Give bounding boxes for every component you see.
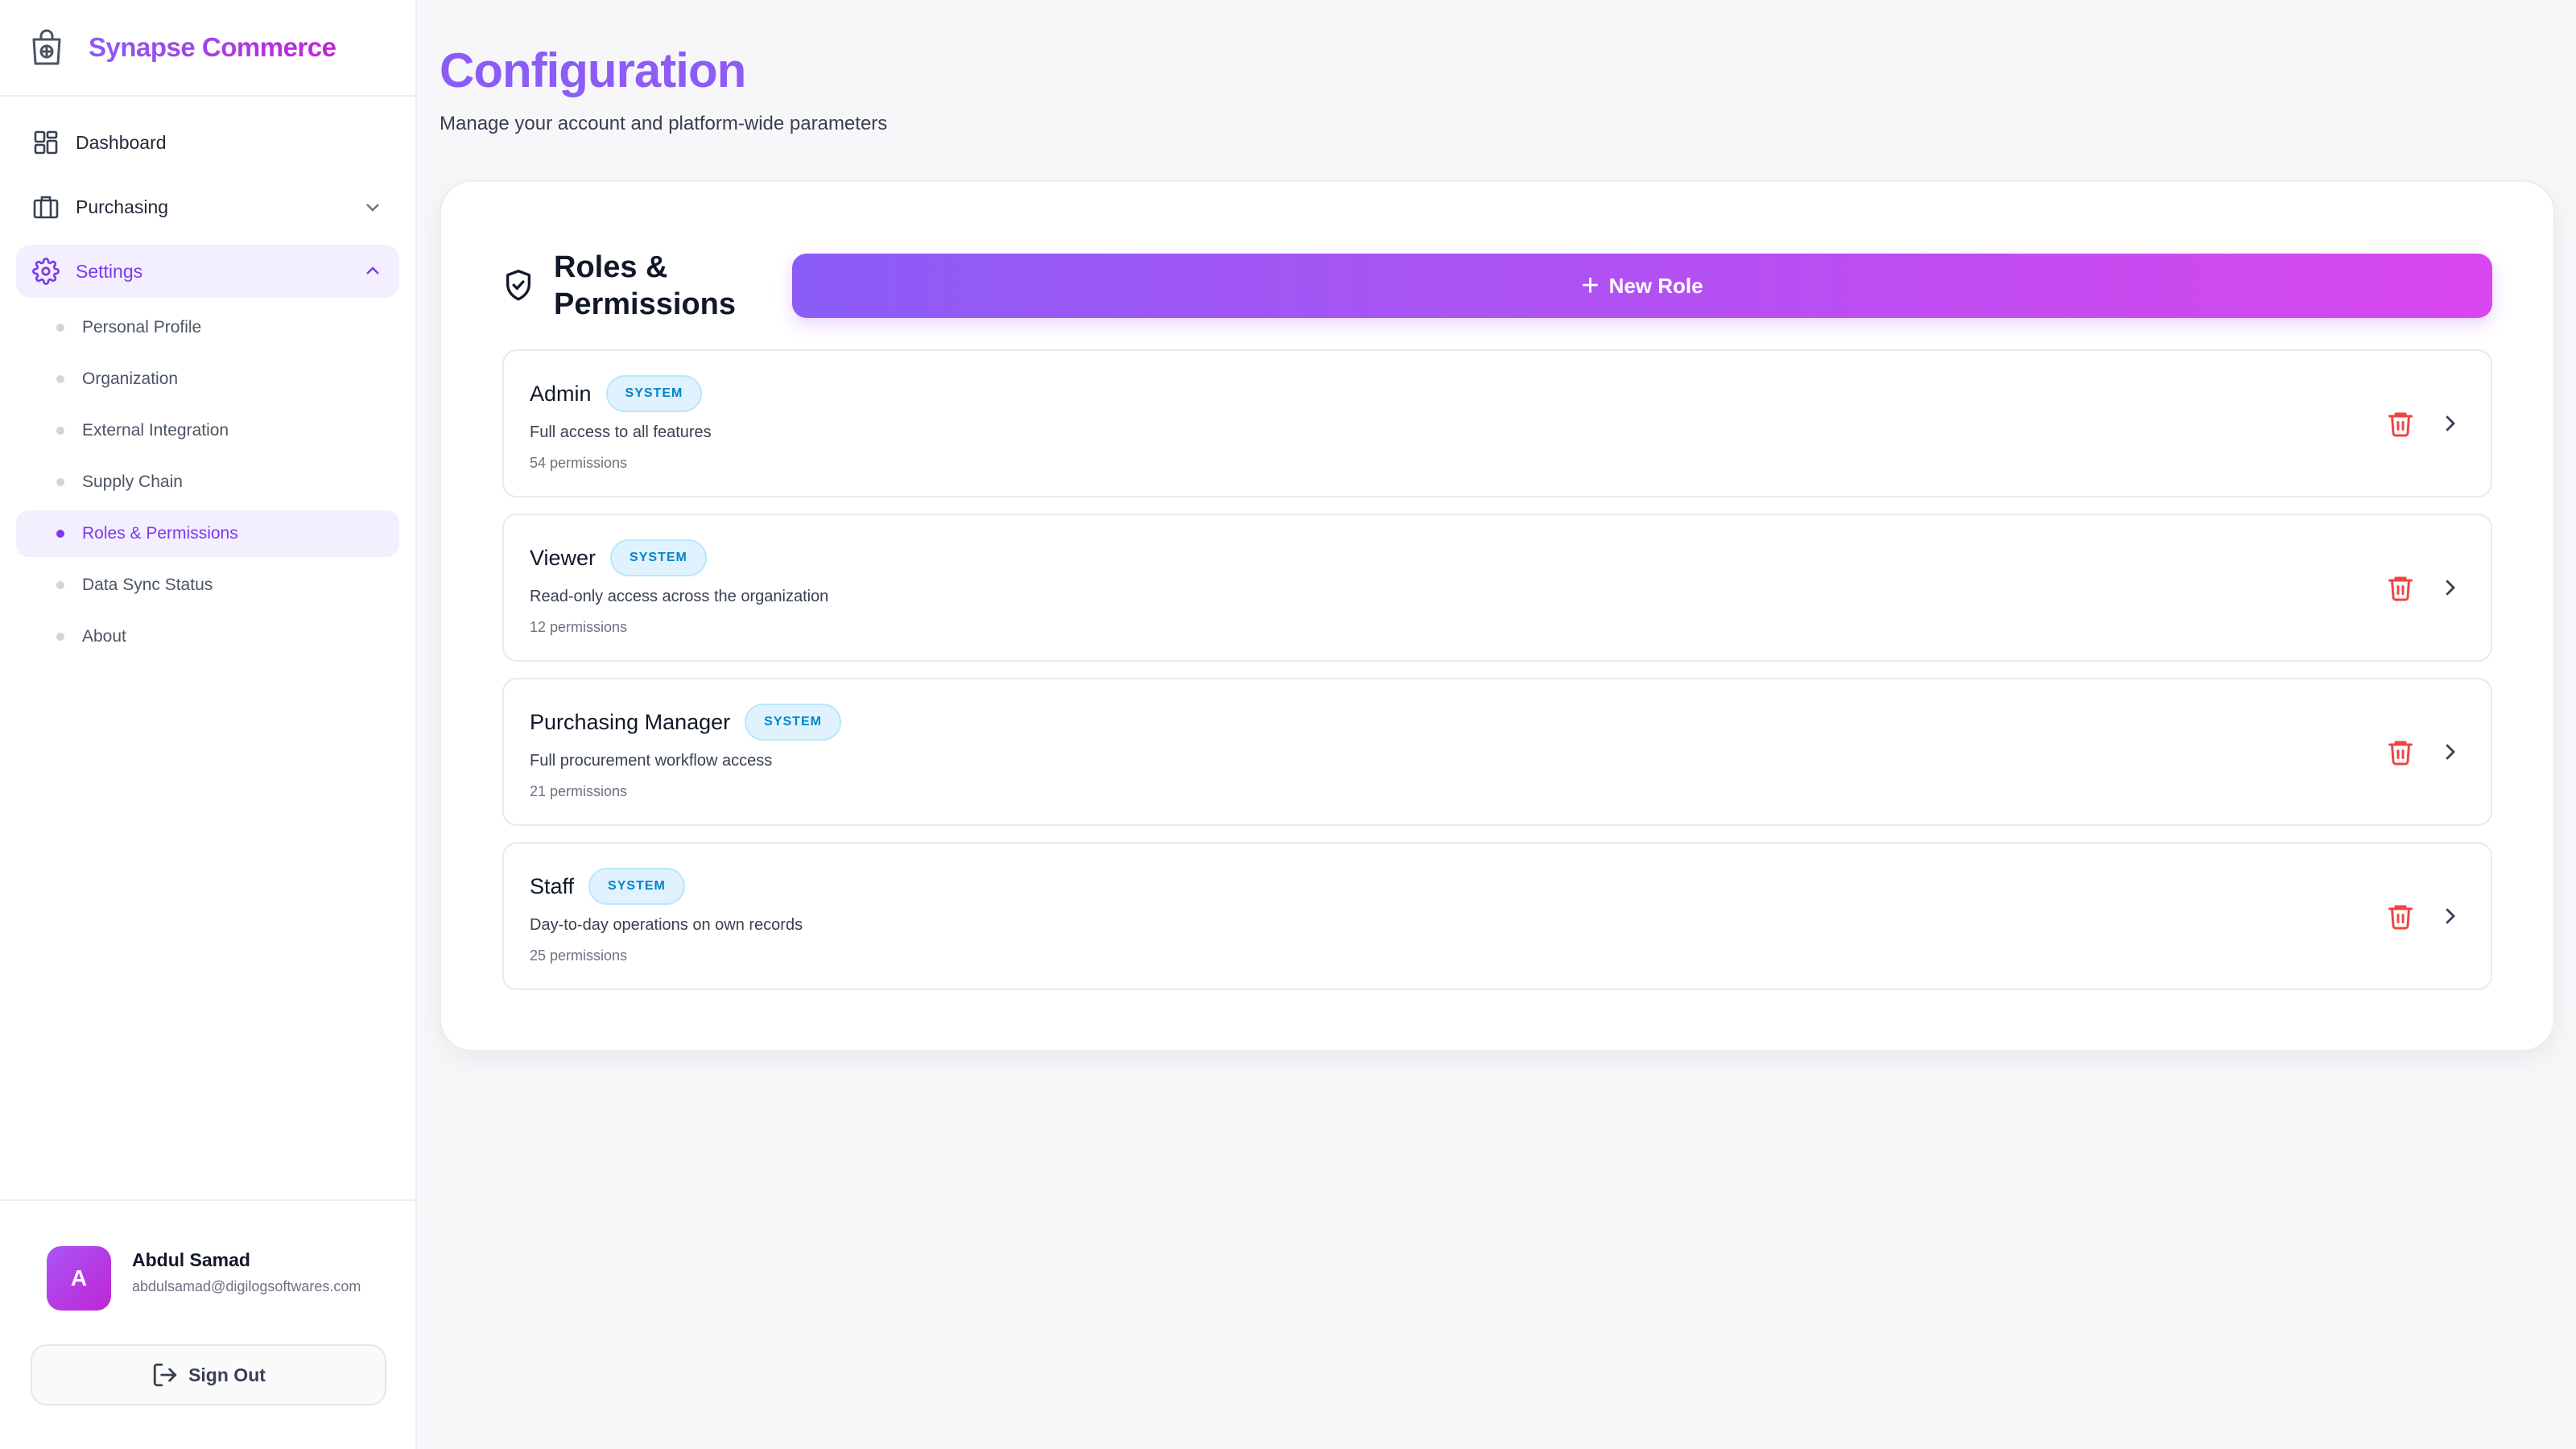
role-row[interactable]: Admin SYSTEM Full access to all features… xyxy=(502,349,2492,497)
bullet-dot xyxy=(56,478,64,486)
role-name: Admin xyxy=(530,381,592,406)
bullet-dot xyxy=(56,324,64,332)
chevron-down-icon[interactable] xyxy=(362,196,383,217)
new-role-button[interactable]: + New Role xyxy=(792,254,2492,318)
nav-item-label: Dashboard xyxy=(76,131,167,153)
brand-name: Synapse Commerce xyxy=(89,32,336,62)
role-row[interactable]: Viewer SYSTEM Read-only access across th… xyxy=(502,514,2492,662)
chevron-up-icon[interactable] xyxy=(362,261,383,282)
subnav-item-personal-profile[interactable]: Personal Profile xyxy=(16,304,399,351)
roles-permissions-card: Roles & Permissions + New Role Admin SYS… xyxy=(440,180,2555,1051)
system-badge: SYSTEM xyxy=(605,375,703,412)
role-description: Day-to-day operations on own records xyxy=(530,916,803,934)
nav-item-purchasing[interactable]: Purchasing xyxy=(16,180,399,233)
trash-icon[interactable] xyxy=(2386,573,2415,602)
nav-item-label: Purchasing xyxy=(76,196,169,217)
shopping-bag-icon xyxy=(29,28,64,67)
role-description: Full procurement workflow access xyxy=(530,752,773,770)
subnav-item-label: Roles & Permissions xyxy=(82,524,238,543)
user-info: Abdul Samad abdulsamad@digilogsoftwares.… xyxy=(132,1249,374,1297)
sign-out-label: Sign Out xyxy=(188,1364,266,1385)
user-profile[interactable]: A Abdul Samad abdulsamad@digilogsoftware… xyxy=(31,1233,385,1311)
plus-icon: + xyxy=(1581,269,1600,303)
bullet-dot xyxy=(56,375,64,383)
system-badge: SYSTEM xyxy=(610,539,707,576)
chevron-right-icon[interactable] xyxy=(2438,904,2462,928)
avatar: A xyxy=(47,1246,111,1311)
user-email: abdulsamad@digilogsoftwares.com xyxy=(132,1278,361,1294)
card-header: Roles & Permissions + New Role xyxy=(502,250,2492,321)
subnav-item-label: About xyxy=(82,627,126,646)
role-row[interactable]: Staff SYSTEM Day-to-day operations on ow… xyxy=(502,842,2492,990)
system-badge: SYSTEM xyxy=(745,704,841,741)
subnav-item-roles-permissions[interactable]: Roles & Permissions xyxy=(16,510,399,557)
role-description: Read-only access across the organization xyxy=(530,588,829,605)
subnav-item-label: Personal Profile xyxy=(82,318,202,336)
role-description: Full access to all features xyxy=(530,423,712,441)
roles-list: Admin SYSTEM Full access to all features… xyxy=(502,349,2492,990)
nav-item-label: Settings xyxy=(76,260,143,282)
chevron-right-icon[interactable] xyxy=(2438,411,2462,436)
trash-icon[interactable] xyxy=(2386,737,2415,766)
bullet-dot xyxy=(56,633,64,641)
briefcase-icon xyxy=(32,193,60,221)
subnav-item-label: Supply Chain xyxy=(82,473,183,491)
chevron-right-icon[interactable] xyxy=(2438,576,2462,600)
brand[interactable]: Synapse Commerce xyxy=(0,0,415,97)
role-permission-count: 25 permissions xyxy=(530,947,628,964)
bullet-dot xyxy=(56,427,64,435)
subnav-item-external-integration[interactable]: External Integration xyxy=(16,407,399,454)
nav-item-settings[interactable]: Settings xyxy=(16,245,399,298)
trash-icon[interactable] xyxy=(2386,409,2415,438)
subnav-item-organization[interactable]: Organization xyxy=(16,356,399,402)
system-badge: SYSTEM xyxy=(588,868,685,905)
chevron-right-icon[interactable] xyxy=(2438,740,2462,764)
new-role-label: New Role xyxy=(1608,273,1703,298)
role-permission-count: 54 permissions xyxy=(530,455,628,471)
shield-check-icon xyxy=(502,268,535,303)
sidebar: Synapse Commerce Dashboard Purchasing Se… xyxy=(0,0,417,1449)
bullet-dot xyxy=(56,581,64,589)
sign-out-icon xyxy=(151,1361,179,1389)
role-name: Purchasing Manager xyxy=(530,709,731,734)
main-content: Configuration Manage your account and pl… xyxy=(440,0,2576,1051)
role-permission-count: 12 permissions xyxy=(530,619,628,635)
subnav-item-data-sync-status[interactable]: Data Sync Status xyxy=(16,562,399,609)
nav-item-dashboard[interactable]: Dashboard xyxy=(16,116,399,169)
settings-subnav: Personal Profile Organization External I… xyxy=(0,304,415,660)
role-row[interactable]: Purchasing Manager SYSTEM Full procureme… xyxy=(502,678,2492,826)
card-title: Roles & Permissions xyxy=(554,250,736,321)
gear-icon xyxy=(32,258,60,285)
dashboard-icon xyxy=(32,129,60,156)
role-name: Viewer xyxy=(530,545,597,570)
subnav-item-about[interactable]: About xyxy=(16,613,399,660)
sidebar-footer: A Abdul Samad abdulsamad@digilogsoftware… xyxy=(0,1199,415,1449)
bullet-dot xyxy=(56,530,64,538)
role-permission-count: 21 permissions xyxy=(530,783,628,799)
subnav-item-label: Organization xyxy=(82,369,179,388)
sign-out-button[interactable]: Sign Out xyxy=(31,1344,386,1406)
subnav-item-supply-chain[interactable]: Supply Chain xyxy=(16,459,399,506)
page-subtitle: Manage your account and platform-wide pa… xyxy=(440,113,888,134)
role-name: Staff xyxy=(530,873,575,898)
user-name: Abdul Samad xyxy=(132,1249,250,1270)
subnav-item-label: Data Sync Status xyxy=(82,576,213,594)
trash-icon[interactable] xyxy=(2386,902,2415,931)
main-nav: Dashboard Purchasing Settings xyxy=(0,97,415,298)
page-title: Configuration xyxy=(440,40,2576,101)
subnav-item-label: External Integration xyxy=(82,421,229,440)
